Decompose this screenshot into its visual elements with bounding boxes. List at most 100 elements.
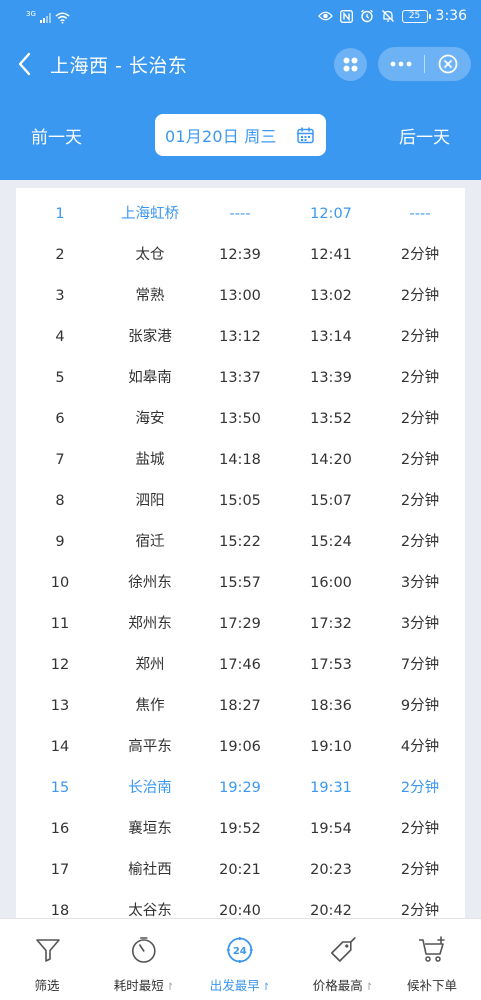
page-title: 上海西 - 长治东 <box>50 55 188 77</box>
arrival-time: 14:18 <box>219 452 261 468</box>
stop-number: 4 <box>55 329 65 345</box>
departure-time: 19:10 <box>310 739 352 755</box>
sort-arrow: ↾ <box>261 982 271 993</box>
station-name: 襄垣东 <box>128 821 172 837</box>
departure-time: 13:02 <box>310 288 352 304</box>
table-row: 13 焦作 18:27 18:36 9分钟 <box>16 686 465 727</box>
nfc-icon <box>339 9 354 24</box>
chevron-left-icon <box>18 52 31 76</box>
station-name: 宿迁 <box>135 534 165 550</box>
departure-time: 15:24 <box>310 534 352 550</box>
arrival-time: 15:57 <box>219 575 261 591</box>
stop-number: 9 <box>55 534 65 550</box>
clock-24-icon: 24 <box>225 935 255 965</box>
table-row: 7 盐城 14:18 14:20 2分钟 <box>16 440 465 481</box>
arrival-time: 13:37 <box>219 370 261 386</box>
departure-time: 12:41 <box>310 247 352 263</box>
stop-number: 7 <box>55 452 65 468</box>
arrival-time: ---- <box>229 206 251 222</box>
stop-duration: 9分钟 <box>400 698 440 714</box>
station-name: 郑州东 <box>128 616 172 632</box>
bottom-tab-bar: 筛选 耗时最短 ↾ 24 出发最早 ↾ 价格最高 ↾ 候补下单 <box>0 918 481 1000</box>
table-row: 10 徐州东 15:57 16:00 3分钟 <box>16 563 465 604</box>
station-name: 郑州 <box>135 657 165 673</box>
departure-time: 15:07 <box>310 493 352 509</box>
price-tag-icon <box>328 935 358 965</box>
apps-button[interactable] <box>334 48 367 81</box>
stop-number: 8 <box>55 493 65 509</box>
stop-duration: 2分钟 <box>400 534 440 550</box>
station-name: 盐城 <box>135 452 165 468</box>
departure-time: 13:52 <box>310 411 352 427</box>
prev-day-button[interactable]: 前一天 <box>31 123 82 148</box>
station-name: 焦作 <box>135 698 165 714</box>
arrival-time: 15:05 <box>219 493 261 509</box>
station-name: 太仓 <box>135 247 165 263</box>
arrival-time: 13:00 <box>219 288 261 304</box>
tab-waitlist-label: 候补下单 <box>406 978 458 993</box>
stop-duration: 2分钟 <box>400 862 440 878</box>
table-row: 17 榆社西 20:21 20:23 2分钟 <box>16 850 465 891</box>
cart-add-icon <box>418 935 448 965</box>
table-row: 12 郑州 17:46 17:53 7分钟 <box>16 645 465 686</box>
tab-filter[interactable]: 筛选 <box>33 919 63 1000</box>
station-name: 徐州东 <box>128 575 172 591</box>
departure-time: 12:07 <box>310 206 352 222</box>
departure-time: 20:23 <box>310 862 352 878</box>
status-bar: 3G 25 3:36 <box>0 0 481 36</box>
stop-duration: 2分钟 <box>400 411 440 427</box>
mini-program-capsule <box>378 47 471 81</box>
departure-time: 17:32 <box>310 616 352 632</box>
clock-24-text: 24 <box>233 946 247 957</box>
tab-duration[interactable]: 耗时最短 ↾ <box>114 919 174 1000</box>
calendar-icon <box>294 124 316 146</box>
arrival-time: 19:06 <box>219 739 261 755</box>
stop-number: 12 <box>50 657 70 673</box>
filter-icon <box>33 935 63 965</box>
arrival-time: 20:21 <box>219 862 261 878</box>
next-day-button[interactable]: 后一天 <box>399 123 450 148</box>
sort-arrow: ↾ <box>364 982 374 993</box>
tab-filter-label: 筛选 <box>34 978 60 993</box>
close-button[interactable] <box>425 47 471 81</box>
arrival-time: 13:50 <box>219 411 261 427</box>
date-picker[interactable]: 01月20日 周三 <box>155 114 326 156</box>
arrival-time: 19:52 <box>219 821 261 837</box>
stop-duration: 3分钟 <box>400 575 440 591</box>
status-left: 3G <box>26 10 70 25</box>
table-row: 4 张家港 13:12 13:14 2分钟 <box>16 317 465 358</box>
stop-duration: 2分钟 <box>400 780 440 796</box>
stop-number: 5 <box>55 370 65 386</box>
arrival-time: 19:29 <box>219 780 261 796</box>
tab-price[interactable]: 价格最高 ↾ <box>313 919 373 1000</box>
table-row: 1 上海虹桥 ---- 12:07 ---- <box>16 194 465 235</box>
table-row: 8 泗阳 15:05 15:07 2分钟 <box>16 481 465 522</box>
table-row: 2 太仓 12:39 12:41 2分钟 <box>16 235 465 276</box>
more-dots-icon <box>390 61 412 67</box>
more-button[interactable] <box>378 47 424 81</box>
tab-waitlist[interactable]: 候补下单 <box>407 919 459 1000</box>
date-text: 01月20日 周三 <box>165 127 277 146</box>
stop-number: 13 <box>50 698 70 714</box>
stop-duration: ---- <box>409 206 431 222</box>
arrival-time: 12:39 <box>219 247 261 263</box>
status-right: 25 3:36 <box>317 8 467 24</box>
stop-duration: 2分钟 <box>400 247 440 263</box>
alarm-icon <box>360 9 375 24</box>
arrival-time: 18:27 <box>219 698 261 714</box>
stopwatch-icon <box>129 935 159 965</box>
tab-departure[interactable]: 24 出发最早 ↾ <box>210 919 270 1000</box>
stop-number: 14 <box>50 739 70 755</box>
departure-time: 19:31 <box>310 780 352 796</box>
tab-departure-label: 出发最早 <box>209 978 260 993</box>
battery-icon: 25 <box>401 9 431 23</box>
station-name: 榆社西 <box>128 862 172 878</box>
stop-duration: 2分钟 <box>400 452 440 468</box>
stop-number: 16 <box>50 821 70 837</box>
table-row: 11 郑州东 17:29 17:32 3分钟 <box>16 604 465 645</box>
table-row: 3 常熟 13:00 13:02 2分钟 <box>16 276 465 317</box>
back-button[interactable] <box>14 50 38 78</box>
signal-icon <box>39 12 51 23</box>
departure-time: 13:39 <box>310 370 352 386</box>
stop-duration: 7分钟 <box>400 657 440 673</box>
